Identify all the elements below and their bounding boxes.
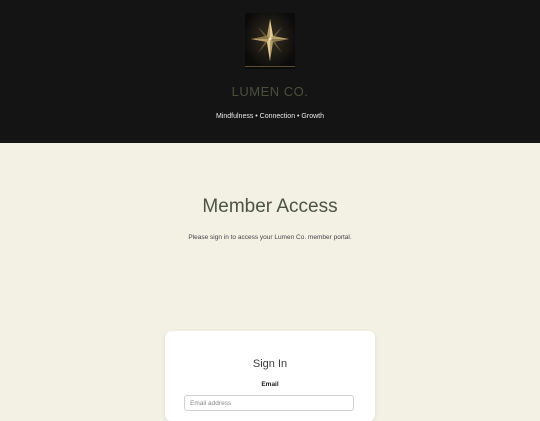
- compass-star-icon: [245, 13, 295, 69]
- page-subtitle: Please sign in to access your Lumen Co. …: [188, 234, 352, 241]
- logo: [245, 13, 295, 69]
- page-title: Member Access: [202, 196, 338, 217]
- tagline: Mindfulness • Connection • Growth: [215, 113, 324, 120]
- sign-in-card: Sign In Email: [165, 331, 375, 421]
- sign-in-title: Sign In: [252, 358, 288, 370]
- email-input[interactable]: [184, 395, 354, 411]
- site-header: LUMEN CO. Mindfulness • Connection • Gro…: [0, 0, 540, 143]
- brand-name: LUMEN CO.: [231, 84, 309, 99]
- email-label: Email: [261, 381, 279, 388]
